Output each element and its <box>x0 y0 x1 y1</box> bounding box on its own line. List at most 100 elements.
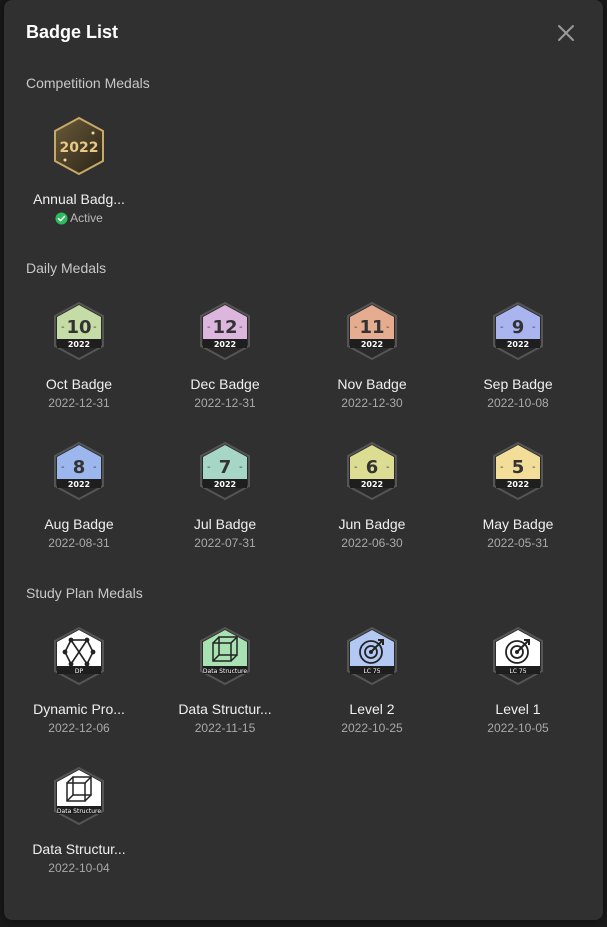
svg-text:-: - <box>500 322 504 333</box>
badge-name: Sep Badge <box>483 376 553 392</box>
svg-text:-: - <box>207 462 211 473</box>
badge-daily-8[interactable]: 8 2022 - - Aug Badge 2022-08-31 <box>6 441 152 551</box>
badge-plan-label: Data Structure <box>203 668 247 675</box>
badge-number: 5 <box>512 457 525 478</box>
badge-year: 2022 <box>361 480 383 489</box>
svg-text:-: - <box>61 322 65 333</box>
badge-plan-label: DP <box>75 668 84 675</box>
badge-name: Dynamic Pro... <box>33 701 125 717</box>
target-arrow-icon: LC 75 <box>493 626 543 686</box>
badge-name: Annual Badg... <box>33 191 125 207</box>
badge-date: 2022-12-31 <box>48 396 110 410</box>
cube-icon: Data Structure <box>54 766 104 826</box>
target-arrow-icon: LC 75 <box>347 626 397 686</box>
badge-date: 2022-08-31 <box>48 536 110 550</box>
svg-text:-: - <box>354 462 358 473</box>
badge-year: 2022 <box>68 480 90 489</box>
graph-nodes-icon: DP <box>54 626 104 686</box>
badge-plan-label: Data Structure <box>57 808 101 815</box>
calendar-medal-icon: 5 2022 - - <box>493 441 543 501</box>
calendar-medal-icon: 11 2022 - - <box>347 301 397 361</box>
badge-daily-12[interactable]: 12 2022 - - Dec Badge 2022-12-31 <box>152 301 298 411</box>
svg-text:-: - <box>93 462 97 473</box>
svg-text:-: - <box>532 462 536 473</box>
calendar-medal-icon: 9 2022 - - <box>493 301 543 361</box>
badge-study-3[interactable]: LC 75 Level 1 2022-10-05 <box>445 626 591 736</box>
badge-list-dialog: Badge List Competition Medals Daily Meda… <box>4 0 603 920</box>
badge-daily-7[interactable]: 7 2022 - - Jul Badge 2022-07-31 <box>152 441 298 551</box>
check-circle-icon <box>55 211 68 225</box>
svg-text:-: - <box>93 322 97 333</box>
svg-text:-: - <box>386 462 390 473</box>
svg-text:-: - <box>500 462 504 473</box>
2022-annual-medal-icon: 2022 <box>54 116 104 176</box>
svg-text:-: - <box>61 462 65 473</box>
badge-date: 2022-10-04 <box>48 861 110 875</box>
badge-date: 2022-10-05 <box>487 721 549 735</box>
cube-icon: Data Structure <box>200 626 250 686</box>
badge-number: 10 <box>66 317 91 338</box>
calendar-medal-icon: 7 2022 - - <box>200 441 250 501</box>
badge-name: Dec Badge <box>190 376 260 392</box>
badge-date: 2022-06-30 <box>341 536 403 550</box>
badge-annual[interactable]: 2022 Annual Badg... Active <box>6 116 152 226</box>
badge-date: 2022-12-30 <box>341 396 403 410</box>
badge-daily-11[interactable]: 11 2022 - - Nov Badge 2022-12-30 <box>299 301 445 411</box>
badge-name: Data Structur... <box>32 841 126 857</box>
badge-name: May Badge <box>482 516 554 532</box>
section-competition-medals: Competition Medals <box>26 75 150 91</box>
badge-study-0[interactable]: DP Dynamic Pro... 2022-12-06 <box>6 626 152 736</box>
badge-year: 2022 <box>507 480 529 489</box>
badge-daily-9[interactable]: 9 2022 - - Sep Badge 2022-10-08 <box>445 301 591 411</box>
calendar-medal-icon: 10 2022 - - <box>54 301 104 361</box>
badge-study-2[interactable]: LC 75 Level 2 2022-10-25 <box>299 626 445 736</box>
badge-name: Nov Badge <box>337 376 407 392</box>
badge-name: Jun Badge <box>338 516 406 532</box>
badge-number: 11 <box>359 317 384 338</box>
svg-text:2022: 2022 <box>60 140 99 156</box>
badge-number: 7 <box>219 457 232 478</box>
badge-name: Aug Badge <box>44 516 114 532</box>
badge-number: 9 <box>512 317 525 338</box>
badge-year: 2022 <box>361 340 383 349</box>
badge-study-1[interactable]: Data Structure Data Structur... 2022-11-… <box>152 626 298 736</box>
badge-date: 2022-12-31 <box>194 396 256 410</box>
badge-year: 2022 <box>68 340 90 349</box>
badge-plan-label: LC 75 <box>363 668 380 675</box>
badge-date: 2022-11-15 <box>194 721 256 735</box>
svg-text:-: - <box>239 462 243 473</box>
badge-year: 2022 <box>507 340 529 349</box>
svg-text:-: - <box>207 322 211 333</box>
calendar-medal-icon: 8 2022 - - <box>54 441 104 501</box>
badge-date: 2022-10-08 <box>487 396 549 410</box>
svg-text:-: - <box>386 322 390 333</box>
badge-date: 2022-12-06 <box>48 721 110 735</box>
calendar-medal-icon: 6 2022 - - <box>347 441 397 501</box>
badge-plan-label: LC 75 <box>509 668 526 675</box>
badge-date: 2022-10-25 <box>341 721 403 735</box>
dialog-title: Badge List <box>26 22 119 42</box>
badge-date: 2022-05-31 <box>487 536 549 550</box>
badge-active-status: Active <box>6 210 152 226</box>
calendar-medal-icon: 12 2022 - - <box>200 301 250 361</box>
badge-daily-10[interactable]: 10 2022 - - Oct Badge 2022-12-31 <box>6 301 152 411</box>
badge-number: 6 <box>366 457 379 478</box>
badge-name: Level 1 <box>495 701 541 717</box>
badge-study-4[interactable]: Data Structure Data Structur... 2022-10-… <box>6 766 152 876</box>
svg-text:-: - <box>532 322 536 333</box>
badge-daily-5[interactable]: 5 2022 - - May Badge 2022-05-31 <box>445 441 591 551</box>
svg-text:-: - <box>354 322 358 333</box>
badge-number: 12 <box>212 317 237 338</box>
badge-name: Data Structur... <box>178 701 272 717</box>
close-icon[interactable] <box>555 22 577 44</box>
section-study-plan-medals: Study Plan Medals <box>26 585 143 601</box>
badge-name: Level 2 <box>349 701 395 717</box>
badge-daily-6[interactable]: 6 2022 - - Jun Badge 2022-06-30 <box>299 441 445 551</box>
badge-date: 2022-07-31 <box>194 536 256 550</box>
badge-number: 8 <box>73 457 86 478</box>
badge-name: Jul Badge <box>193 516 257 532</box>
badge-name: Oct Badge <box>45 376 113 392</box>
badge-year: 2022 <box>214 340 236 349</box>
badge-year: 2022 <box>214 480 236 489</box>
section-daily-medals: Daily Medals <box>26 260 107 276</box>
